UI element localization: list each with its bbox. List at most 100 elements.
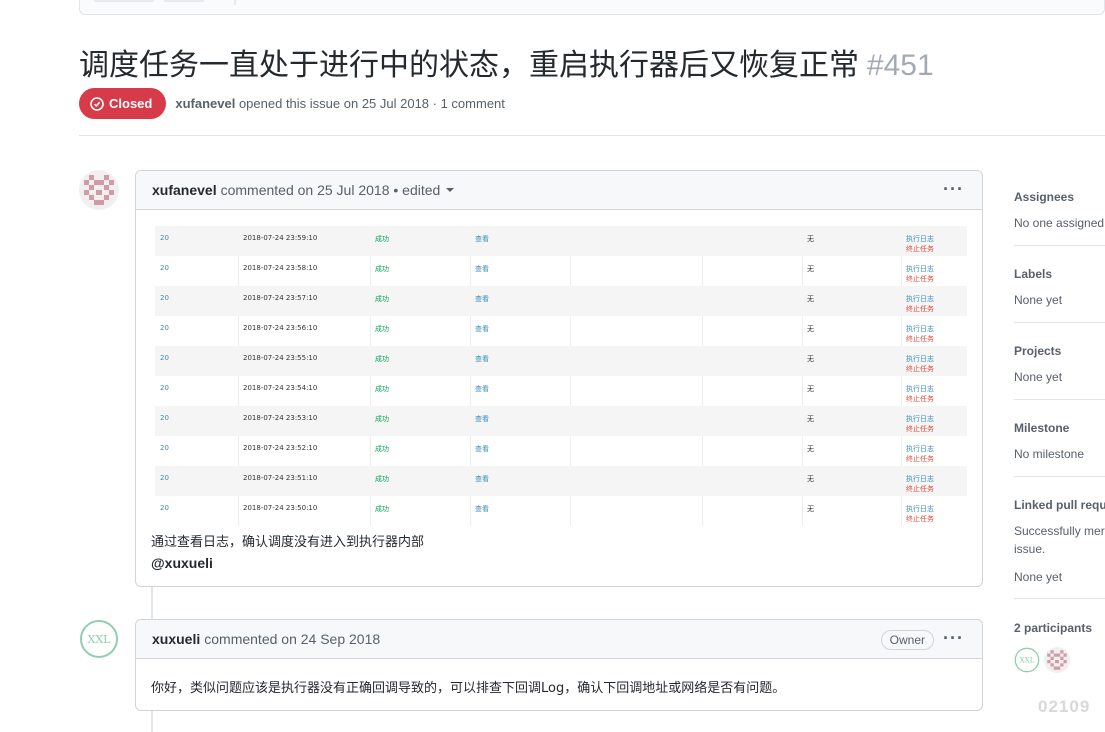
sidebar-value: None yet — [1014, 293, 1063, 307]
divider — [1014, 598, 1105, 599]
row-none: 无 — [807, 385, 814, 393]
avatar[interactable] — [79, 170, 119, 210]
sidebar-heading: 2 participants — [1014, 621, 1093, 635]
row-log-link: 执行日志 — [906, 385, 934, 393]
row-none: 无 — [807, 505, 814, 513]
row-log-link: 执行日志 — [906, 295, 934, 303]
row-status: 成功 — [375, 445, 389, 453]
issue-number: #451 — [866, 49, 934, 82]
comment-meta: commented on 24 Sep 2018 — [204, 631, 381, 647]
issue-title: 调度任务一直处于进行中的状态，重启执行器后又恢复正常 — [79, 48, 859, 83]
edited-dropdown-icon[interactable] — [446, 188, 455, 192]
row-time: 2018-07-24 23:54:10 — [243, 384, 318, 392]
comment-body-text: 通过查看日志，确认调度没有进入到执行器内部 — [151, 535, 425, 550]
row-view-link: 查看 — [475, 235, 489, 243]
table-row: 20 2018-07-24 23:59:10 成功 查看 无 执行日志 终止任务 — [155, 226, 967, 256]
row-id: 20 — [160, 384, 169, 392]
row-status: 成功 — [375, 505, 389, 513]
sidebar-heading: Assignees — [1014, 190, 1075, 204]
sidebar-projects[interactable]: Projects None yet — [1014, 342, 1105, 386]
mention-link[interactable]: @xuxueli — [151, 553, 424, 574]
row-status: 成功 — [375, 475, 389, 483]
row-stop-link: 终止任务 — [906, 275, 934, 283]
screenshot-image: 20 2018-07-24 23:59:10 成功 查看无执行日志 终止任务 20 2018… — [155, 226, 967, 526]
row-stop-link: 终止任务 — [906, 515, 934, 523]
sidebar-labels[interactable]: Labels None yet — [1014, 265, 1105, 309]
top-box-decoration — [94, 0, 236, 5]
row-view-link: 查看 — [475, 445, 489, 453]
svg-text:XXL: XXL — [88, 633, 112, 646]
row-none: 无 — [807, 235, 814, 243]
comment-body: 通过查看日志，确认调度没有进入到执行器内部 @xuxueli — [151, 532, 424, 574]
xxl-logo-avatar: XXL — [80, 620, 118, 658]
row-time: 2018-07-24 23:51:10 — [243, 474, 318, 482]
row-id: 20 — [160, 414, 169, 422]
row-status: 成功 — [375, 295, 389, 303]
sidebar-value: issue. — [1014, 542, 1046, 556]
sidebar-value: No one assigned — [1014, 216, 1105, 230]
row-log-link: 执行日志 — [906, 475, 934, 483]
row-view-link: 查看 — [475, 325, 489, 333]
divider — [1014, 476, 1105, 477]
row-log-link: 执行日志 — [906, 325, 934, 333]
sidebar-linked-prs[interactable]: Linked pull reque Successfully merg issu… — [1014, 496, 1105, 586]
row-view-link: 查看 — [475, 295, 489, 303]
watermark: 02109 — [1038, 697, 1091, 716]
kebab-horizontal-icon[interactable]: ··· — [943, 179, 964, 200]
table-row: 20 2018-07-24 23:56:10 成功 查看 无 执行日志 终止任务 — [155, 316, 967, 346]
comment: xufanevel commented on 25 Jul 2018 • edi… — [135, 170, 983, 587]
timeline-line — [151, 586, 153, 620]
row-time: 2018-07-24 23:52:10 — [243, 444, 318, 452]
sidebar-value: Successfully merg — [1014, 524, 1105, 538]
row-stop-link: 终止任务 — [906, 245, 934, 253]
row-none: 无 — [807, 265, 814, 273]
row-log-link: 执行日志 — [906, 235, 934, 243]
issue-opened-text: xufanevel opened this issue on 25 Jul 20… — [175, 96, 505, 111]
issue-author-link[interactable]: xufanevel — [175, 96, 235, 111]
sidebar-heading: Labels — [1014, 267, 1053, 281]
row-log-link: 执行日志 — [906, 355, 934, 363]
comment: xuxueli commented on 24 Sep 2018 Owner ·… — [135, 619, 983, 711]
xxl-logo-avatar: XXL — [1014, 647, 1040, 673]
row-stop-link: 终止任务 — [906, 335, 934, 343]
row-time: 2018-07-24 23:56:10 — [243, 324, 318, 332]
identicon-avatar — [79, 170, 119, 210]
table-row: 20 2018-07-24 23:54:10 成功 查看 无 执行日志终止任务 — [155, 376, 967, 406]
comment-header: xuxueli commented on 24 Sep 2018 Owner ·… — [136, 620, 982, 659]
participant-avatar[interactable]: XXL — [1014, 647, 1040, 673]
row-stop-link: 终止任务 — [906, 395, 934, 403]
row-stop-link: 终止任务 — [906, 455, 934, 463]
row-id: 20 — [160, 474, 169, 482]
sidebar-value: None yet — [1014, 570, 1063, 584]
row-view-link: 查看 — [475, 505, 489, 513]
table-row: 20 2018-07-24 23:57:10 成功 查看 无 执行日志 终止任务 — [155, 286, 967, 316]
row-log-link: 执行日志 — [906, 265, 934, 273]
row-status: 成功 — [375, 385, 389, 393]
kebab-horizontal-icon[interactable]: ··· — [943, 628, 964, 649]
row-time: 2018-07-24 23:53:10 — [243, 414, 318, 422]
header-divider — [79, 135, 1105, 136]
owner-badge: Owner — [880, 630, 934, 650]
timeline-line — [151, 711, 153, 732]
row-none: 无 — [807, 445, 814, 453]
row-view-link: 查看 — [475, 475, 489, 483]
sidebar-milestone[interactable]: Milestone No milestone — [1014, 419, 1105, 463]
divider — [1014, 322, 1105, 323]
sidebar-heading: Linked pull reque — [1014, 498, 1105, 512]
comment-author[interactable]: xufanevel — [152, 182, 217, 198]
row-view-link: 查看 — [475, 385, 489, 393]
divider — [1014, 399, 1105, 400]
participant-avatar[interactable] — [1044, 647, 1070, 673]
sidebar-assignees[interactable]: Assignees No one assigned — [1014, 188, 1105, 232]
row-view-link: 查看 — [475, 265, 489, 273]
row-time: 2018-07-24 23:59:10 — [243, 234, 318, 242]
comment-meta: commented on 25 Jul 2018 • edited — [220, 182, 441, 198]
sidebar-value: None yet — [1014, 370, 1063, 384]
svg-text:XXL: XXL — [1020, 656, 1035, 665]
state-badge: Closed — [79, 88, 167, 119]
avatar[interactable]: XXL — [79, 619, 119, 659]
table-row: 20 2018-07-24 23:55:10 成功 查看 无 执行日志 终止任务 — [155, 346, 967, 376]
comment-author[interactable]: xuxueli — [152, 631, 200, 647]
row-none: 无 — [807, 325, 814, 333]
row-stop-link: 终止任务 — [906, 485, 934, 493]
